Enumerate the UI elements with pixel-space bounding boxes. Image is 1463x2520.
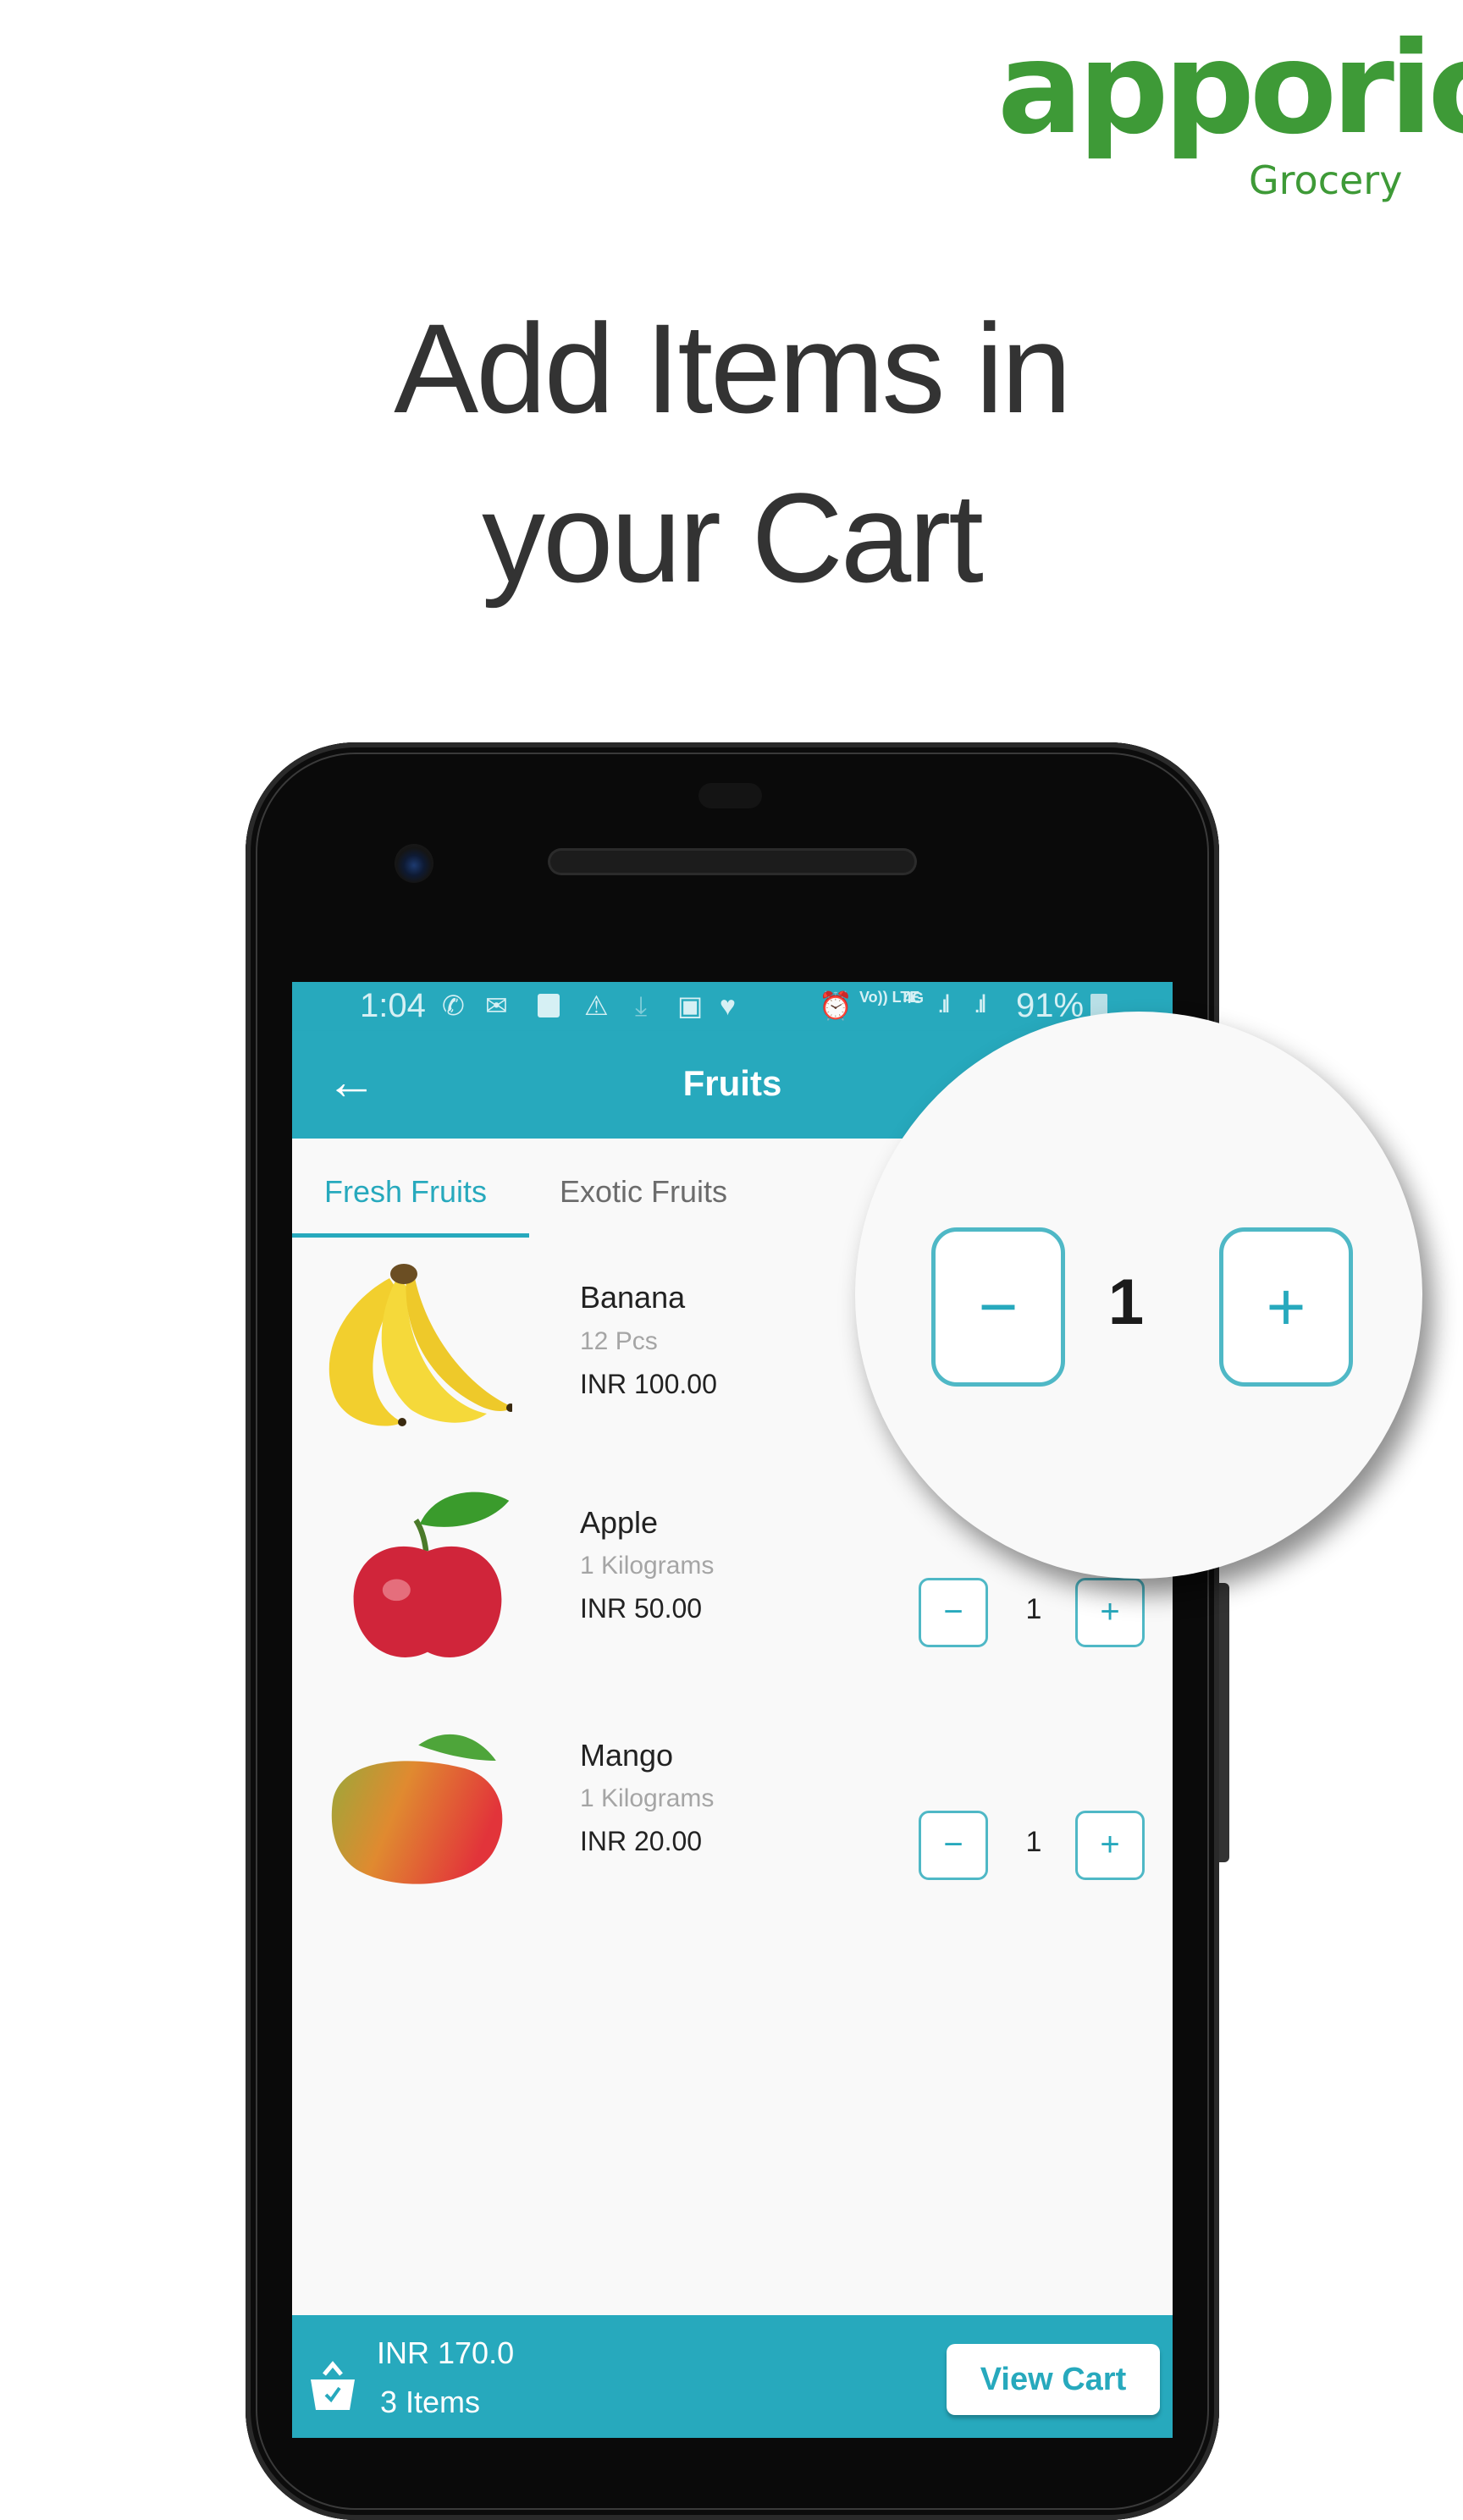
cart-total: INR 170.0 [377,2335,515,2370]
product-row: Mango 1 Kilograms INR 20.00 − 1 + [292,1714,1173,1926]
download-icon: ⤓ [635,990,648,1021]
headline-line-2: your Cart [482,466,984,609]
mango-image [331,1734,503,1884]
product-name: Banana [580,1280,686,1315]
banana-image [328,1264,512,1426]
product-price: INR 100.00 [580,1369,717,1399]
magnified-quantity-value: 1 [1107,1266,1145,1338]
screen-recorder-icon [538,994,560,1017]
status-bar: 1:04 ✆ ✉ ⚠ ⤓ ▣ ♥ ⏰ Vo)) LTE 4G .ıl .ıl 9… [292,982,1173,1031]
product-unit: 12 Pcs [580,1327,658,1355]
product-name: Mango [580,1738,674,1773]
brand-logo: apporio [997,15,1463,163]
apple-image [353,1492,510,1657]
front-camera [395,844,433,883]
gallery-icon: ▣ [677,990,704,1021]
product-unit: 1 Kilograms [580,1552,715,1580]
product-unit: 1 Kilograms [580,1784,715,1812]
quantity-value: 1 [1025,1826,1042,1858]
magnifier-callout: − 1 + [855,1012,1422,1579]
phone-side-button [1219,1583,1229,1862]
brand-subtitle: Grocery [1249,157,1403,203]
cart-summary-bar: INR 170.0 3 Items View Cart [292,2315,1173,2438]
headline-line-1: Add Items in [394,297,1072,439]
increase-quantity-button[interactable]: + [1075,1811,1145,1880]
product-price: INR 50.00 [580,1593,703,1624]
tab-exotic-fruits[interactable]: Exotic Fruits [560,1174,727,1210]
4g-icon: 4G [903,990,925,1006]
phone-sensor [698,783,762,808]
phone-speaker [550,851,914,873]
decrease-quantity-button[interactable]: − [919,1578,988,1647]
decrease-quantity-button[interactable]: − [919,1811,988,1880]
whatsapp-icon: ✆ [442,990,465,1021]
tab-fresh-fruits[interactable]: Fresh Fruits [324,1174,487,1210]
cart-item-count: 3 Items [380,2385,481,2419]
magnified-decrease-button[interactable]: − [931,1227,1065,1387]
signal-icon-2: .ıl [974,990,986,1018]
health-icon: ♥ [720,990,736,1021]
magnified-increase-button[interactable]: + [1219,1227,1353,1387]
product-price: INR 20.00 [580,1826,703,1856]
quantity-value: 1 [1025,1593,1042,1625]
product-name: Apple [580,1505,659,1540]
active-tab-indicator [292,1233,529,1238]
gmail-icon: ✉ [485,990,508,1021]
signal-icon: .ıl [937,990,950,1018]
shopping-basket-icon [311,2361,355,2410]
warning-icon: ⚠ [584,990,609,1021]
increase-quantity-button[interactable]: + [1075,1578,1145,1647]
status-time: 1:04 [360,987,426,1024]
view-cart-button[interactable]: View Cart [947,2344,1160,2415]
alarm-icon: ⏰ [819,990,853,1021]
